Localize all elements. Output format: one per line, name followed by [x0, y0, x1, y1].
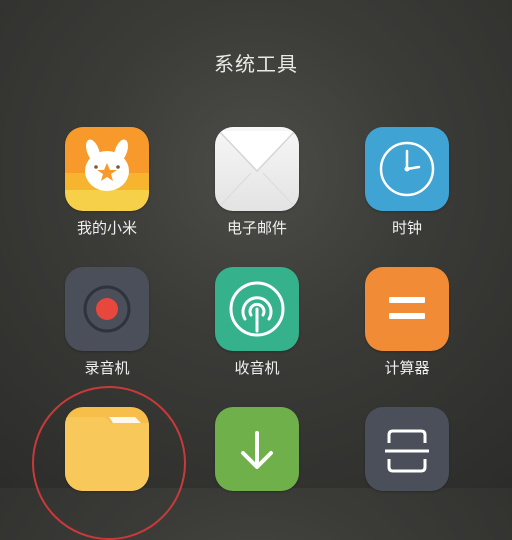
app-label: 电子邮件 [226, 219, 287, 237]
radio-signal-icon [215, 267, 299, 351]
app-label: 时钟 [391, 219, 422, 237]
folder-icon [65, 407, 149, 491]
app-grid: 我的小米 电子邮件 时钟 录音机 收音机 计算器 [0, 0, 512, 491]
scanner-icon [365, 407, 449, 491]
app-recorder[interactable]: 录音机 [52, 267, 162, 378]
app-radio[interactable]: 收音机 [202, 267, 312, 378]
app-downloads[interactable] [202, 407, 312, 497]
app-calculator[interactable]: 计算器 [352, 267, 462, 378]
app-label: 收音机 [234, 359, 280, 377]
app-label: 我的小米 [76, 219, 137, 237]
app-clock[interactable]: 时钟 [352, 127, 462, 238]
app-my-xiaomi[interactable]: 我的小米 [52, 127, 162, 238]
app-label: 录音机 [84, 359, 130, 377]
mi-bunny-icon [65, 127, 149, 211]
app-files[interactable] [52, 407, 162, 497]
record-icon [65, 267, 149, 351]
download-arrow-icon [215, 407, 299, 491]
clock-icon [365, 127, 449, 211]
app-label: 计算器 [384, 359, 430, 377]
app-email[interactable]: 电子邮件 [202, 127, 312, 238]
envelope-icon [215, 127, 299, 211]
equals-icon [365, 267, 449, 351]
app-scanner[interactable] [352, 407, 462, 497]
